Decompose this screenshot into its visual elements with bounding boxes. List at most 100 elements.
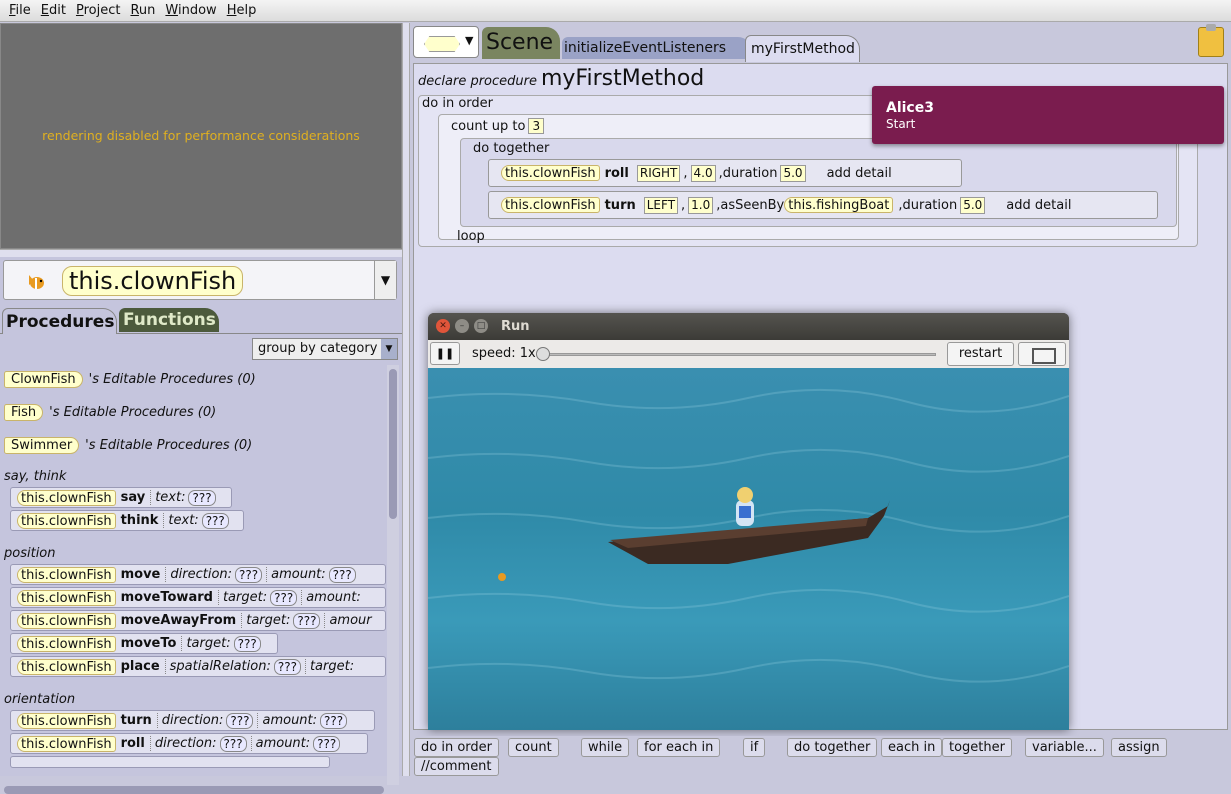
editable-procedures-swimmer[interactable]: Swimmer 's Editable Procedures (0) xyxy=(4,435,252,455)
palette-variable[interactable]: variable... xyxy=(1025,738,1104,757)
left-panel: rendering disabled for performance consi… xyxy=(0,23,402,794)
maximize-icon[interactable]: □ xyxy=(474,319,488,333)
tile-move-away-from[interactable]: this.clownFish moveAwayFrom target:??? amou… xyxy=(10,610,386,631)
tile-move-toward[interactable]: this.clownFish moveToward target:??? amount… xyxy=(10,587,386,608)
stmt-amount[interactable]: 1.0 xyxy=(688,196,714,214)
tile-arg: direction: xyxy=(156,713,223,728)
palette-each-in[interactable]: each in xyxy=(881,738,943,757)
category-position: position xyxy=(4,546,56,561)
tile-value[interactable]: ??? xyxy=(320,712,348,729)
declare-label: declare procedure xyxy=(418,74,537,89)
menu-file[interactable]: File xyxy=(4,3,36,18)
minimize-icon[interactable]: – xyxy=(455,319,469,333)
object-selector[interactable]: this.clownFish ▼ xyxy=(3,260,397,300)
menu-help[interactable]: Help xyxy=(222,3,262,18)
menu-run[interactable]: Run xyxy=(125,3,160,18)
tile-value[interactable]: ??? xyxy=(226,712,254,729)
tile-roll[interactable]: this.clownFish roll direction:??? amount:??… xyxy=(10,733,368,754)
palette-assign[interactable]: assign xyxy=(1111,738,1167,757)
menu-mnemonic: W xyxy=(165,3,178,18)
stmt-as-seen-by[interactable]: this.fishingBoat xyxy=(784,197,894,213)
tile-value[interactable]: ??? xyxy=(270,589,298,606)
statement-turn[interactable]: this.clownFish turn LEFT, 1.0, asSeenBy thi… xyxy=(488,191,1158,219)
tile-method: moveAwayFrom xyxy=(120,613,237,628)
group-by-select[interactable]: group by category ▼ xyxy=(252,338,398,360)
fullscreen-button[interactable] xyxy=(1018,342,1066,366)
tab-procedures[interactable]: Procedures xyxy=(2,308,117,334)
tab-functions[interactable]: Functions xyxy=(119,308,219,332)
notification-popup: Alice3 Start xyxy=(872,86,1224,144)
tile-think[interactable]: this.clownFish think text:??? xyxy=(10,510,244,531)
tab-my-first-method[interactable]: myFirstMethod xyxy=(745,35,860,62)
palette-do-together[interactable]: do together xyxy=(787,738,878,757)
palette-while[interactable]: while xyxy=(581,738,630,757)
stmt-object[interactable]: this.clownFish xyxy=(501,165,600,181)
count-value[interactable]: 3 xyxy=(528,118,545,134)
tile-value[interactable]: ??? xyxy=(273,658,301,675)
stmt-duration[interactable]: 5.0 xyxy=(780,164,806,182)
palette-do-in-order[interactable]: do in order xyxy=(414,738,499,757)
menu-window[interactable]: Window xyxy=(160,3,221,18)
tile-move[interactable]: this.clownFish move direction:??? amount:??… xyxy=(10,564,386,585)
palette-together[interactable]: together xyxy=(942,738,1012,757)
clipboard-icon[interactable] xyxy=(1198,24,1224,57)
tile-value[interactable]: ??? xyxy=(328,566,356,583)
palette-for-each-in[interactable]: for each in xyxy=(637,738,721,757)
editable-procedures-clownfish[interactable]: ClownFish 's Editable Procedures (0) xyxy=(4,369,256,389)
editable-procedures-fish[interactable]: Fish 's Editable Procedures (0) xyxy=(4,402,216,422)
palette-comment[interactable]: //comment xyxy=(414,757,499,776)
tile-partial[interactable] xyxy=(10,756,330,768)
tile-object: this.clownFish xyxy=(17,589,116,606)
tile-value[interactable]: ??? xyxy=(313,735,341,752)
menu-label: roject xyxy=(83,3,121,18)
tile-place[interactable]: this.clownFish place spatialRelation:??? ta… xyxy=(10,656,386,677)
tile-value[interactable]: ??? xyxy=(219,735,247,752)
tile-arg: target: xyxy=(217,590,267,605)
add-detail-button[interactable]: add detail xyxy=(1002,198,1075,213)
do-together-block[interactable]: do together this.clownFish roll RIGHT, 4.0,… xyxy=(460,138,1177,227)
left-tabs: Procedures Functions xyxy=(0,306,402,334)
scrollbar-thumb[interactable] xyxy=(389,369,397,519)
tile-turn[interactable]: this.clownFish turn direction:??? amount:??… xyxy=(10,710,375,731)
procedure-scrollbar[interactable] xyxy=(387,365,399,785)
scene-viewport[interactable] xyxy=(428,368,1069,730)
tile-value[interactable]: ??? xyxy=(201,512,229,529)
menu-project[interactable]: Project xyxy=(71,3,126,18)
stmt-direction[interactable]: RIGHT xyxy=(636,164,681,182)
tile-arg: target: xyxy=(304,659,354,674)
vertical-splitter[interactable] xyxy=(402,23,410,776)
restart-button[interactable]: restart xyxy=(947,342,1014,366)
tile-value[interactable]: ??? xyxy=(293,612,321,629)
class-selector[interactable]: ▼ xyxy=(413,26,479,58)
stmt-direction[interactable]: LEFT xyxy=(643,196,679,214)
tab-scene[interactable]: Scene xyxy=(482,27,560,59)
menu-mnemonic: E xyxy=(40,3,49,18)
horizontal-splitter[interactable] xyxy=(0,249,402,257)
tile-value[interactable]: ??? xyxy=(235,566,263,583)
speed-slider[interactable] xyxy=(540,353,936,356)
tile-say[interactable]: this.clownFish say text:??? xyxy=(10,487,232,508)
run-title-bar[interactable]: ✕ – □ Run xyxy=(428,313,1069,340)
close-icon[interactable]: ✕ xyxy=(436,319,450,333)
tile-method: place xyxy=(120,659,160,674)
palette-count[interactable]: count xyxy=(508,738,559,757)
stmt-amount[interactable]: 4.0 xyxy=(690,164,716,182)
tile-object: this.clownFish xyxy=(17,512,116,529)
speed-slider-knob[interactable] xyxy=(536,347,550,361)
tile-arg: text: xyxy=(150,490,185,505)
menu-mnemonic: P xyxy=(75,3,84,18)
stmt-duration[interactable]: 5.0 xyxy=(960,196,986,214)
add-detail-button[interactable]: add detail xyxy=(823,166,896,181)
tile-move-to[interactable]: this.clownFish moveTo target:??? xyxy=(10,633,278,654)
menu-edit[interactable]: Edit xyxy=(36,3,71,18)
tab-initialize-event-listeners[interactable]: initializeEventListeners xyxy=(562,37,752,59)
tile-value[interactable]: ??? xyxy=(188,489,216,506)
palette-if[interactable]: if xyxy=(743,738,766,757)
chevron-down-icon[interactable]: ▼ xyxy=(374,261,396,299)
statement-roll[interactable]: this.clownFish roll RIGHT, 4.0, duration 5.0… xyxy=(488,159,962,187)
pause-button[interactable]: ❚❚ xyxy=(430,342,460,365)
horizontal-scrollbar[interactable] xyxy=(4,786,384,794)
tile-value[interactable]: ??? xyxy=(233,635,261,652)
stmt-object[interactable]: this.clownFish xyxy=(501,197,600,213)
editor-tabs: ▼ Scene initializeEventListeners myFirst… xyxy=(410,23,1231,63)
